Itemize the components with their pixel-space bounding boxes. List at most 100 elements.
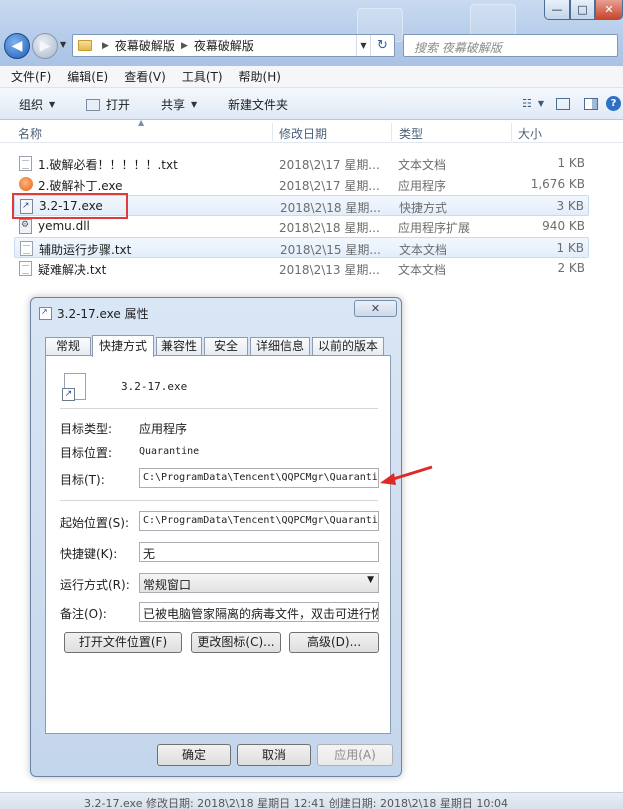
column-divider[interactable]	[391, 123, 392, 141]
open-file-location-button[interactable]: 打开文件位置(F)	[64, 632, 182, 653]
file-row[interactable]: 2.破解补丁.exe 2018\2\17 星期... 应用程序 1,676 KB	[14, 174, 589, 195]
file-size: 3 KB	[556, 199, 584, 213]
ok-button[interactable]: 确定	[157, 744, 231, 766]
cancel-button[interactable]: 取消	[237, 744, 311, 766]
annotation-arrow-icon	[380, 465, 433, 485]
column-divider[interactable]	[272, 123, 273, 141]
file-date: 2018\2\15 星期...	[280, 243, 381, 257]
column-divider[interactable]	[511, 123, 512, 141]
window-icon[interactable]	[556, 97, 571, 110]
breadcrumb-separator-icon[interactable]: ▶	[181, 41, 188, 51]
aero-glass-reflection	[470, 4, 516, 38]
change-icon-button[interactable]: 更改图标(C)...	[191, 632, 281, 653]
file-date: 2018\2\18 星期...	[279, 221, 380, 235]
tab-details[interactable]: 详细信息	[250, 337, 310, 356]
file-list-header: ▲ 名称 修改日期 类型 大小	[0, 118, 623, 143]
file-type: 文本文档	[399, 243, 448, 257]
close-button[interactable]: ✕	[595, 0, 623, 20]
dialog-title-text: 3.2-17.exe 属性	[57, 307, 149, 321]
file-type: 文本文档	[398, 158, 447, 172]
run-select-value: 常规窗口	[143, 578, 192, 592]
file-name: 2.破解补丁.exe	[38, 179, 123, 193]
file-name: 辅助运行步骤.txt	[39, 243, 132, 257]
menu-view[interactable]: 查看(V)	[124, 68, 166, 85]
advanced-button[interactable]: 高级(D)...	[289, 632, 379, 653]
forward-button[interactable]: ▶	[32, 33, 58, 59]
comment-field[interactable]: 已被电脑管家隔离的病毒文件，双击可进行恢复	[139, 602, 379, 622]
search-input[interactable]: 搜索 夜幕破解版	[403, 34, 618, 57]
chevron-down-icon: ▼	[367, 575, 374, 585]
column-header-name[interactable]: 名称	[18, 125, 42, 142]
folder-icon	[78, 40, 92, 51]
recent-pages-dropdown[interactable]: ▼	[60, 40, 66, 49]
minimize-button[interactable]: —	[544, 0, 570, 20]
file-name: yemu.dll	[38, 219, 90, 233]
file-size: 1 KB	[557, 156, 585, 170]
address-bar[interactable]: ▶ 夜幕破解版 ▶ 夜幕破解版 ▼ ↻	[72, 34, 395, 57]
chevron-down-icon[interactable]: ▼	[538, 99, 544, 108]
maximize-button[interactable]: □	[570, 0, 595, 20]
target-field[interactable]: C:\ProgramData\Tencent\QQPCMgr\Quarantin…	[139, 468, 379, 488]
file-row-selected[interactable]: 3.2-17.exe 2018\2\18 星期... 快捷方式 3 KB	[14, 195, 589, 216]
view-options: ☷ ▼	[522, 97, 599, 110]
tab-general[interactable]: 常规	[45, 337, 91, 356]
refresh-icon[interactable]: ↻	[370, 35, 394, 56]
file-date: 2018\2\18 星期...	[280, 201, 381, 215]
file-size: 1,676 KB	[530, 177, 585, 191]
divider	[60, 408, 378, 409]
new-folder-button[interactable]: 新建文件夹	[228, 96, 288, 113]
column-header-type[interactable]: 类型	[399, 125, 423, 142]
preview-pane-icon[interactable]	[584, 97, 599, 110]
breadcrumb-item[interactable]: 夜幕破解版	[194, 37, 254, 54]
tab-security[interactable]: 安全	[204, 337, 248, 356]
chevron-down-icon: ▼	[49, 100, 56, 109]
window-controls: — □ ✕	[544, 0, 623, 20]
file-row[interactable]: 辅助运行步骤.txt 2018\2\15 星期... 文本文档 1 KB	[14, 237, 589, 258]
file-size: 2 KB	[557, 261, 585, 275]
dialog-close-button[interactable]: ✕	[354, 300, 397, 317]
organize-button[interactable]: 组织 ▼	[19, 96, 55, 113]
command-bar: 组织 ▼ 打开 共享 ▼ 新建文件夹 ☷ ▼ ?	[0, 88, 623, 120]
menu-help[interactable]: 帮助(H)	[239, 68, 281, 85]
text-file-icon	[19, 156, 32, 171]
column-header-date[interactable]: 修改日期	[279, 125, 327, 142]
file-date: 2018\2\13 星期...	[279, 263, 380, 277]
breadcrumb-separator-icon[interactable]: ▶	[102, 41, 109, 51]
file-date: 2018\2\17 星期...	[279, 158, 380, 172]
back-button[interactable]: ◀	[4, 33, 30, 59]
target-type-label: 目标类型:	[60, 422, 113, 436]
file-name: 1.破解必看！！！！！.txt	[38, 158, 178, 172]
breadcrumb-item[interactable]: 夜幕破解版	[115, 37, 175, 54]
open-button[interactable]: 打开	[86, 96, 130, 113]
forward-arrow-icon: ▶	[39, 38, 51, 54]
dialog-title: 3.2-17.exe 属性	[39, 305, 149, 322]
text-file-icon	[19, 261, 32, 276]
start-in-field[interactable]: C:\ProgramData\Tencent\QQPCMgr\Quarantin…	[139, 511, 379, 531]
change-view-icon[interactable]: ☷	[522, 97, 532, 110]
tab-previous-versions[interactable]: 以前的版本	[312, 337, 384, 356]
organize-label: 组织	[19, 98, 44, 112]
file-row[interactable]: yemu.dll 2018\2\18 星期... 应用程序扩展 940 KB	[14, 216, 589, 237]
menu-tools[interactable]: 工具(T)	[182, 68, 223, 85]
tab-shortcut[interactable]: 快捷方式	[92, 335, 154, 357]
address-dropdown-icon[interactable]: ▼	[356, 35, 370, 56]
back-arrow-icon: ◀	[11, 38, 23, 54]
file-name: 疑难解决.txt	[38, 263, 107, 277]
tab-compatibility[interactable]: 兼容性	[156, 337, 202, 356]
shortcut-key-field[interactable]: 无	[139, 542, 379, 562]
shortcut-icon	[20, 199, 33, 214]
column-header-size[interactable]: 大小	[518, 125, 542, 142]
file-row[interactable]: 疑难解决.txt 2018\2\13 星期... 文本文档 2 KB	[14, 258, 589, 279]
target-type-value: 应用程序	[139, 422, 188, 436]
apply-button[interactable]: 应用(A)	[317, 744, 393, 766]
help-icon[interactable]: ?	[606, 96, 621, 111]
menu-bar: 文件(F) 编辑(E) 查看(V) 工具(T) 帮助(H)	[0, 66, 623, 88]
file-date: 2018\2\17 星期...	[279, 179, 380, 193]
file-type: 文本文档	[398, 263, 447, 277]
file-row[interactable]: 1.破解必看！！！！！.txt 2018\2\17 星期... 文本文档 1 K…	[14, 153, 589, 174]
shortcut-key-label: 快捷键(K):	[60, 547, 118, 561]
menu-file[interactable]: 文件(F)	[11, 68, 51, 85]
run-select[interactable]: 常规窗口 ▼	[139, 573, 379, 593]
share-button[interactable]: 共享 ▼	[161, 96, 197, 113]
menu-edit[interactable]: 编辑(E)	[67, 68, 108, 85]
